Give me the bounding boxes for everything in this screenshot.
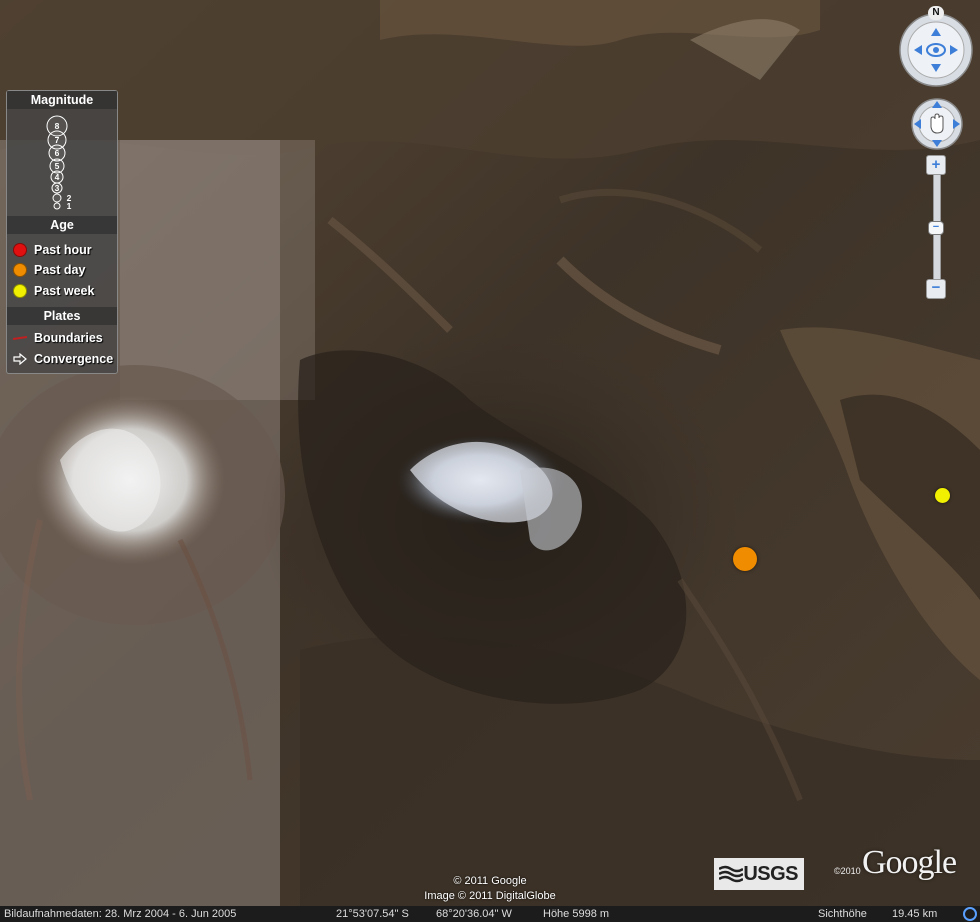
legend-item-past-day: Past day	[13, 261, 85, 279]
age-heading: Age	[7, 216, 117, 234]
move-control[interactable]	[910, 97, 964, 151]
image-dates: Bildaufnahmedaten: 28. Mrz 2004 - 6. Jun…	[4, 908, 237, 920]
north-indicator[interactable]: N	[928, 6, 944, 20]
magnitude-label-1: 1	[67, 201, 72, 211]
hand-icon	[930, 113, 944, 134]
earthquake-marker-past-week[interactable]	[935, 488, 950, 503]
zoom-slider-handle[interactable]: −	[928, 221, 944, 235]
orange-dot-icon	[13, 263, 27, 277]
magnitude-label-5: 5	[55, 161, 60, 171]
status-bar: Bildaufnahmedaten: 28. Mrz 2004 - 6. Jun…	[0, 906, 980, 922]
terrain-imagery	[0, 0, 980, 908]
yellow-dot-icon	[13, 284, 27, 298]
legend-item-past-hour: Past hour	[13, 241, 92, 259]
streaming-status-icon	[963, 907, 977, 921]
earthquake-marker-past-day[interactable]	[733, 547, 757, 571]
magnitude-label-3: 3	[55, 183, 60, 193]
legend-item-boundaries: Boundaries	[13, 329, 103, 347]
longitude-readout: 68°20'36.04" W	[436, 908, 512, 920]
usgs-waves-icon	[719, 865, 743, 883]
magnitude-heading: Magnitude	[7, 91, 117, 109]
google-logo: Google	[862, 844, 957, 881]
magnitude-circles-icon: 8 7 6 5 4 3 2 1	[46, 115, 72, 211]
google-logo-year: ©2010	[834, 866, 861, 876]
red-line-icon	[13, 336, 27, 340]
red-dot-icon	[13, 243, 27, 257]
zoom-slider[interactable]: + − −	[926, 155, 946, 299]
magnitude-label-7: 7	[55, 135, 60, 145]
latitude-readout: 21°53'07.54" S	[336, 908, 409, 920]
earthquake-legend: Magnitude 8 7 6 5 4 3 2 1 Age Past hour …	[6, 90, 118, 374]
magnitude-label-8: 8	[55, 121, 60, 131]
satellite-map[interactable]: Magnitude 8 7 6 5 4 3 2 1 Age Past hour …	[0, 0, 980, 908]
arrow-right-icon	[13, 353, 27, 365]
look-around-control[interactable]	[896, 12, 976, 92]
copyright-image: Image © 2011 DigitalGlobe	[424, 890, 556, 902]
magnitude-label-4: 4	[55, 172, 60, 182]
zoom-out-button[interactable]: −	[926, 279, 946, 299]
eye-altitude-value: 19.45 km	[892, 908, 938, 920]
copyright-google: © 2011 Google	[453, 875, 527, 887]
plates-heading: Plates	[7, 307, 117, 325]
legend-item-convergence: Convergence	[13, 350, 113, 368]
magnitude-label-6: 6	[55, 148, 60, 158]
elevation-readout: Höhe 5998 m	[543, 908, 610, 920]
eye-altitude-label: Sichthöhe	[818, 908, 867, 920]
usgs-logo: USGS	[714, 858, 804, 890]
legend-item-past-week: Past week	[13, 282, 94, 300]
zoom-in-button[interactable]: +	[926, 155, 946, 175]
